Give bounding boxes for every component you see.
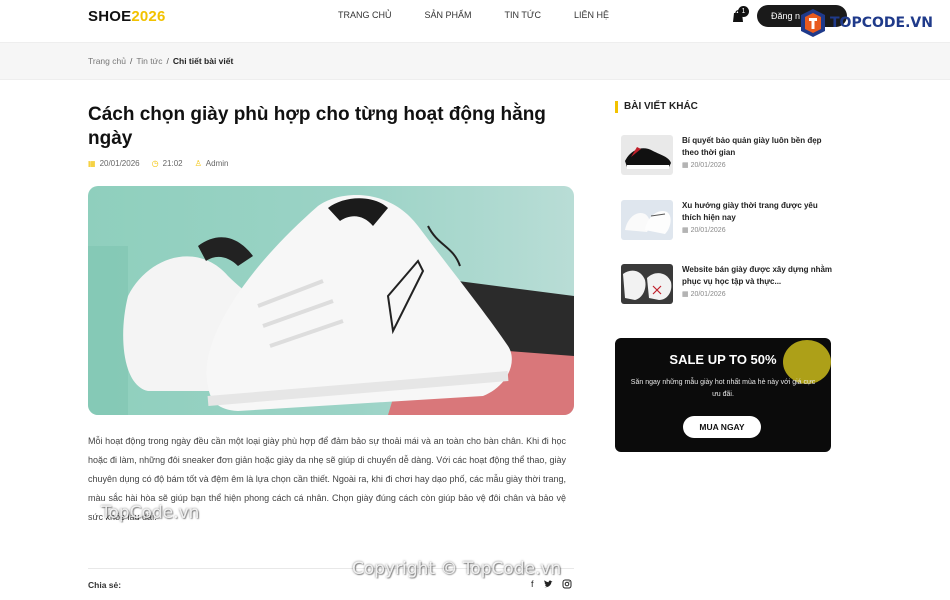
topcode-watermark-logo: TOPCODE.VN (800, 8, 933, 38)
nav-contact[interactable]: LIÊN HỆ (574, 10, 609, 20)
topcode-logo-text: TOPCODE.VN (830, 15, 933, 31)
breadcrumb: Trang chủ / Tin tức / Chi tiết bài viết (88, 56, 233, 66)
calendar-icon: ▦ (88, 159, 96, 168)
sidebar-post-date: ▦ 20/01/2026 (682, 226, 836, 234)
promo-banner: SALE UP TO 50% Săn ngay những mẫu giày h… (615, 338, 831, 452)
sidebar-post-text: Bí quyết bảo quản giày luôn bền đẹp theo… (682, 135, 836, 175)
breadcrumb-news[interactable]: Tin tức (136, 56, 162, 66)
sidebar-post-title[interactable]: Xu hướng giày thời trang được yêu thích … (682, 200, 836, 224)
calendar-icon: ▦ (682, 162, 691, 169)
article-author: ♙ Admin (195, 159, 229, 168)
sidebar-post-thumbnail[interactable] (621, 135, 673, 175)
social-links: f (531, 579, 572, 589)
nav-home[interactable]: TRANG CHỦ (338, 10, 392, 20)
calendar-icon: ▦ (682, 227, 691, 234)
cart-count-badge: 1 (738, 6, 749, 17)
breadcrumb-current: Chi tiết bài viết (172, 56, 234, 66)
sidebar-post-text: Website bán giày được xây dựng nhằm phục… (682, 264, 836, 304)
twitter-icon[interactable] (543, 579, 553, 589)
sidebar-title: BÀI VIẾT KHÁC (615, 101, 698, 113)
article-author-text: Admin (205, 159, 229, 168)
calendar-icon: ▦ (682, 291, 691, 298)
sidebar-post-thumbnail[interactable] (621, 200, 673, 240)
article-date: ▦ 20/01/2026 (88, 159, 140, 168)
user-icon: ♙ (194, 159, 202, 168)
sidebar-post-title[interactable]: Bí quyết bảo quản giày luôn bền đẹp theo… (682, 135, 836, 159)
nav-products[interactable]: SẢN PHẨM (425, 10, 472, 20)
nav-news[interactable]: TIN TỨC (505, 10, 542, 20)
sidebar-post[interactable]: Website bán giày được xây dựng nhằm phục… (621, 264, 836, 304)
logo-text-main: SHOE (88, 8, 132, 25)
sidebar-post-date-text: 20/01/2026 (690, 291, 726, 298)
sidebar-post[interactable]: Bí quyết bảo quản giày luôn bền đẹp theo… (621, 135, 836, 175)
article-date-text: 20/01/2026 (99, 159, 140, 168)
site-logo[interactable]: SHOE2026 (88, 8, 165, 25)
breadcrumb-home[interactable]: Trang chủ (88, 56, 126, 66)
article-meta: ▦ 20/01/2026 ◷ 21:02 ♙ Admin (88, 159, 228, 168)
sidebar-post-title[interactable]: Website bán giày được xây dựng nhằm phục… (682, 264, 836, 288)
breadcrumb-separator: / (129, 56, 133, 66)
sidebar-post-date-text: 20/01/2026 (690, 162, 726, 169)
watermark-left: TopCode.vn (101, 503, 200, 523)
sidebar-post-date-text: 20/01/2026 (690, 227, 726, 234)
site-header: SHOE2026 TRANG CHỦ SẢN PHẨM TIN TỨC LIÊN… (0, 0, 950, 40)
clock-icon: ◷ (151, 159, 159, 168)
share-label: Chia sẻ: (88, 580, 122, 590)
sidebar-post-date: ▦ 20/01/2026 (682, 290, 836, 298)
watermark-center: Copyright © TopCode.vn (352, 559, 562, 579)
breadcrumb-bar: Trang chủ / Tin tức / Chi tiết bài viết (0, 42, 950, 80)
promo-heading: SALE UP TO 50% (669, 352, 777, 367)
sidebar-post-thumbnail[interactable] (621, 264, 673, 304)
topcode-logo-icon (801, 9, 825, 37)
promo-text: Săn ngay những mẫu giày hot nhất mùa hè … (630, 379, 816, 398)
facebook-icon[interactable]: f (531, 579, 534, 589)
instagram-icon[interactable] (562, 579, 572, 589)
sidebar-post-date: ▦ 20/01/2026 (682, 161, 836, 169)
logo-text-year: 2026 (131, 8, 166, 25)
sidebar-post-text: Xu hướng giày thời trang được yêu thích … (682, 200, 836, 240)
article-time: ◷ 21:02 (152, 159, 183, 168)
article-hero-image (88, 186, 574, 415)
main-nav: TRANG CHỦ SẢN PHẨM TIN TỨC LIÊN HỆ (338, 10, 642, 20)
article-title: Cách chọn giày phù hợp cho từng hoạt độn… (88, 104, 546, 149)
article-time-text: 21:02 (162, 159, 183, 168)
breadcrumb-separator: / (166, 56, 169, 66)
buy-now-button[interactable]: MUA NGAY (683, 416, 761, 438)
sidebar-post[interactable]: Xu hướng giày thời trang được yêu thích … (621, 200, 836, 240)
